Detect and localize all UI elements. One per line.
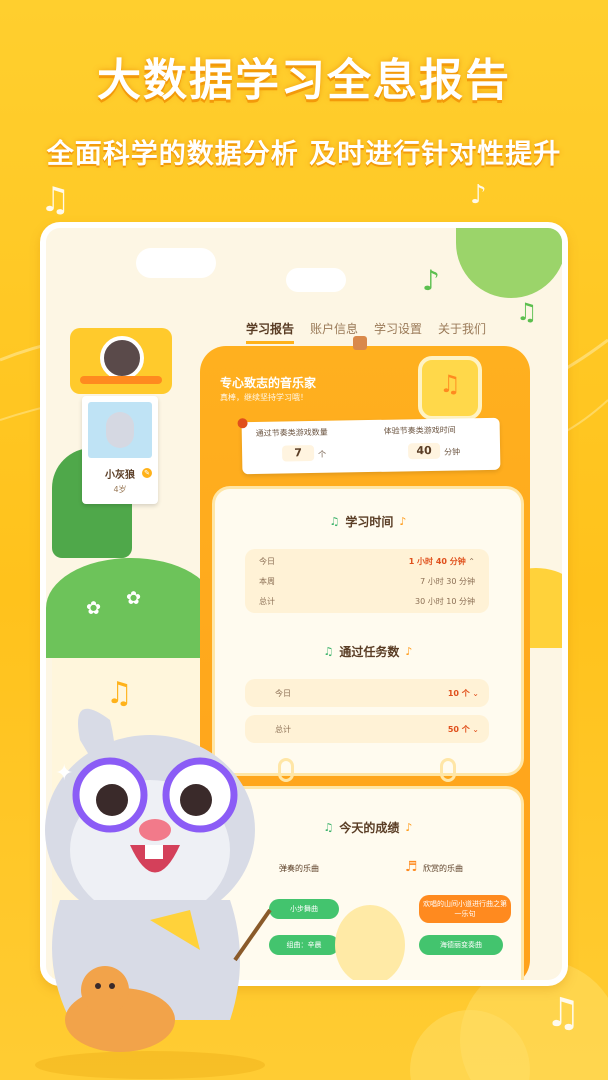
row-label: 今日 — [259, 556, 275, 566]
edit-icon[interactable]: ✎ — [142, 468, 152, 478]
bunny-mascot: ✦ — [35, 708, 272, 1079]
row-value: 1 小时 40 分钟 — [408, 556, 466, 566]
enjoyed-songs-label: 欣赏的乐曲 — [423, 864, 463, 873]
achievements-title: 今天的成绩 — [339, 821, 400, 835]
tree-leaves — [456, 228, 562, 298]
binder-ring — [440, 758, 456, 782]
music-note-icon: ♫ — [40, 180, 71, 220]
music-note-icon: ♪ — [470, 180, 487, 210]
stat-unit: 个 — [318, 449, 327, 459]
stat-label: 通过节奏类游戏数量 — [255, 427, 328, 439]
tab-study-settings[interactable]: 学习设置 — [374, 320, 422, 344]
stat-label: 体验节奏类游戏时间 — [383, 425, 456, 436]
flower-icon: ✿ — [126, 588, 142, 609]
stats-card: 通过节奏类游戏数量 7 个 体验节奏类游戏时间 40 分钟 — [237, 417, 501, 475]
camera-slot — [80, 376, 162, 384]
camera-frame — [70, 328, 172, 394]
row-value: 7 小时 30 分钟 — [420, 576, 475, 586]
row-label: 今日 — [275, 688, 291, 698]
svg-text:✦: ✦ — [55, 761, 73, 786]
music-note-icon: ♫ — [516, 298, 538, 326]
promo-headline: 大数据学习全息报告 — [97, 55, 511, 106]
card-clip — [353, 336, 367, 350]
report-title: 专心致志的音乐家 — [220, 376, 317, 390]
pin-icon — [237, 418, 248, 429]
flower-icon: ✿ — [86, 598, 102, 619]
stat-value: 40 — [407, 442, 441, 460]
promo-subline: 全面科学的数据分析 及时进行针对性提升 — [46, 139, 562, 170]
report-subtitle: 真棒，继续坚持学习哦！ — [220, 393, 308, 402]
music-note-icon: ♪ — [399, 515, 407, 528]
music-note-icon: ♪ — [405, 645, 413, 658]
stat-value: 7 — [281, 444, 315, 462]
chevron-down-icon: ⌄ — [472, 724, 479, 734]
profile-card[interactable]: 小灰狼 4岁 ✎ — [82, 396, 158, 504]
camera-lens-icon — [100, 336, 144, 380]
chevron-down-icon: ⌄ — [472, 688, 479, 698]
study-time-row-total: 总计 30 小时 10 分钟 — [245, 591, 489, 611]
row-value: 30 小时 10 分钟 — [415, 596, 475, 606]
music-note-icon: ♫ — [323, 821, 334, 834]
study-time-title: 学习时间 — [345, 515, 394, 529]
bunny-mini-icon — [335, 905, 405, 980]
music-note-icon: ♫ — [329, 515, 340, 528]
tab-about-us[interactable]: 关于我们 — [438, 320, 486, 344]
cloud — [286, 268, 346, 292]
music-note-icon: ♫ — [323, 645, 334, 658]
tab-study-report[interactable]: 学习报告 — [246, 320, 295, 344]
music-badge-icon: ♫ — [418, 356, 482, 420]
enjoyed-song-item[interactable]: 海德丽变奏曲 — [419, 935, 503, 955]
music-note-icon: ♪ — [422, 264, 440, 297]
tab-account-info[interactable]: 账户信息 — [310, 320, 358, 344]
row-value: 10 个 — [447, 688, 470, 698]
stat-unit: 分钟 — [444, 447, 461, 457]
avatar — [88, 402, 152, 458]
music-note-icon: ♫ — [545, 990, 581, 1036]
row-value: 50 个 — [447, 724, 470, 734]
study-time-row-week: 本周 7 小时 30 分钟 — [245, 571, 489, 591]
enjoyed-song-item[interactable]: 欢唱的山间小道进行曲之第一乐句 — [419, 895, 511, 923]
music-note-icon: ♪ — [405, 821, 413, 834]
row-label: 总计 — [259, 596, 275, 606]
profile-age: 4岁 — [113, 485, 127, 494]
cloud — [136, 248, 216, 278]
chevron-up-icon[interactable]: ⌃ — [468, 557, 475, 566]
bunny-avatar-icon — [106, 412, 134, 448]
tasks-title: 通过任务数 — [339, 645, 400, 659]
study-time-row-today[interactable]: 今日 1 小时 40 分钟 ⌃ — [245, 551, 489, 571]
study-time-list: 今日 1 小时 40 分钟 ⌃ 本周 7 小时 30 分钟 总计 30 小时 1… — [245, 549, 489, 613]
row-label: 本周 — [259, 576, 275, 586]
headphones-icon: ♬ — [405, 859, 418, 875]
